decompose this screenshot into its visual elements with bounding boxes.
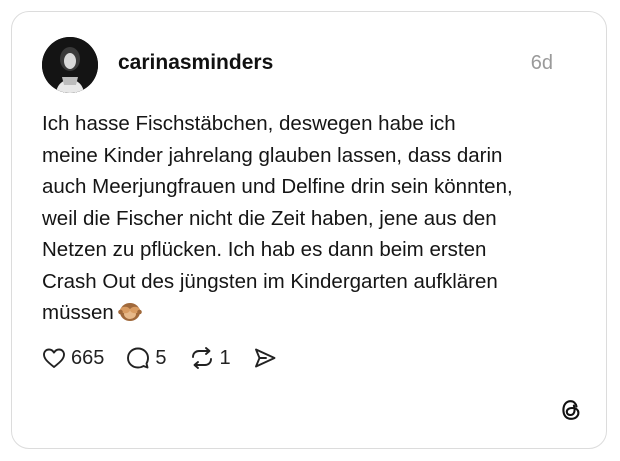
repost-count: 1 xyxy=(219,346,231,369)
see-no-evil-monkey-icon xyxy=(117,300,142,332)
post-card[interactable]: carinasminders 6d Ich hasse Fischstäbche… xyxy=(11,11,607,449)
like-button[interactable]: 665 xyxy=(42,347,104,370)
post-body: Ich hasse Fischstäbchen, deswegen habe i… xyxy=(42,108,582,332)
post-text: Ich hasse Fischstäbchen, deswegen habe i… xyxy=(42,112,513,324)
comment-icon xyxy=(126,346,150,370)
post-actions: 665 5 1 xyxy=(42,344,277,372)
share-button[interactable] xyxy=(253,347,277,369)
like-count: 665 xyxy=(71,346,105,369)
threads-logo-icon[interactable] xyxy=(558,397,584,423)
reply-count: 5 xyxy=(155,346,167,369)
author-username[interactable]: carinasminders xyxy=(118,51,273,75)
repost-icon xyxy=(189,346,215,370)
post-timestamp: 6d xyxy=(530,52,553,74)
share-icon xyxy=(253,347,277,369)
reply-button[interactable]: 5 xyxy=(126,346,167,370)
heart-icon xyxy=(42,347,66,369)
avatar[interactable] xyxy=(42,37,98,93)
repost-button[interactable]: 1 xyxy=(189,346,231,370)
